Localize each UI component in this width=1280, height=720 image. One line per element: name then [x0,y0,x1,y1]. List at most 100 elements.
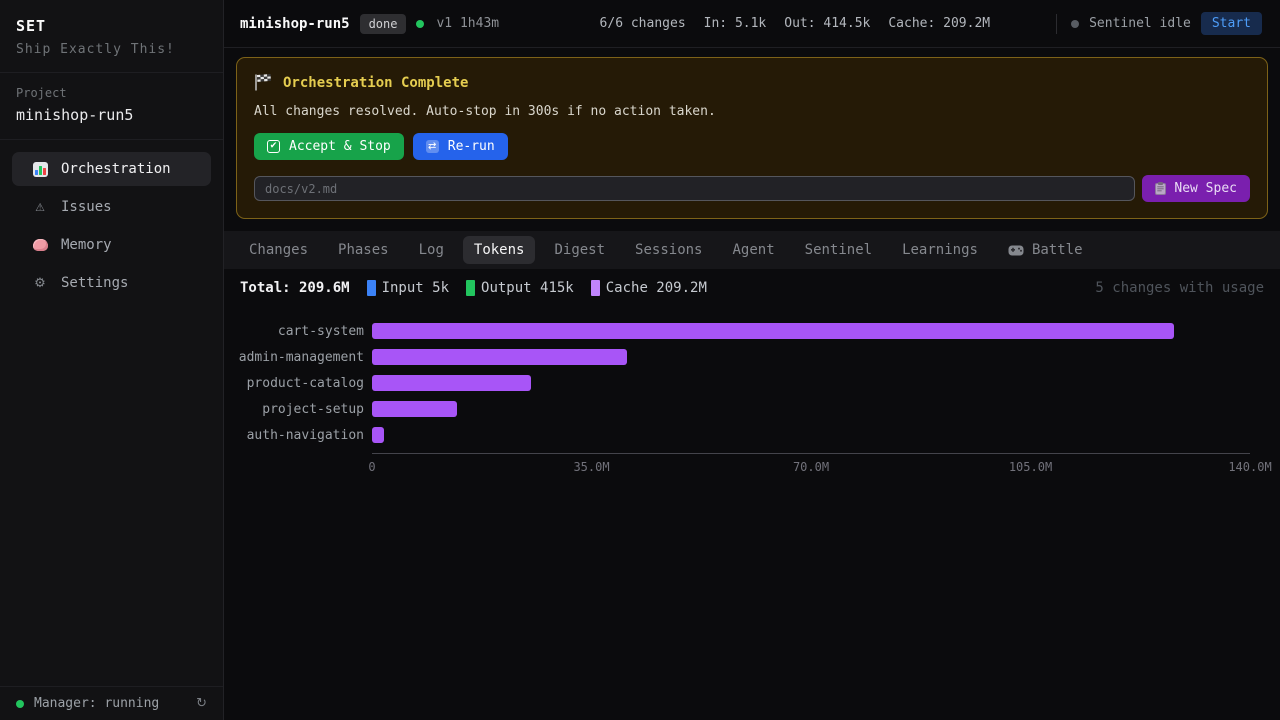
divider [1056,14,1057,34]
bar-product-catalog [372,375,531,391]
run-stats: 6/6 changes In: 5.1k Out: 414.5k Cache: … [600,16,991,31]
refresh-icon[interactable]: ↻ [196,696,207,711]
tab-learnings[interactable]: Learnings [891,236,989,264]
tab-bar: Changes Phases Log Tokens Digest Session… [224,231,1280,269]
project-name: minishop-run5 [16,106,207,124]
x-tick: 140.0M [1228,460,1271,474]
token-summary-bar: Total: 209.6M Input 5k Output 415k Cache… [224,269,1280,306]
token-usage-chart: cart-system admin-management product-cat… [224,306,1280,479]
bar-cart-system [372,323,1174,339]
usage-note: 5 changes with usage [1095,280,1264,296]
input-swatch [367,280,376,296]
tab-sessions[interactable]: Sessions [624,236,713,264]
run-status-dot [416,20,424,28]
output-swatch [466,280,475,296]
project-block: Project minishop-run5 [0,73,223,139]
manager-status-bar: Manager: running ↻ [0,686,223,720]
bar-label: auth-navigation [224,428,364,443]
x-tick: 0 [368,460,375,474]
stat-cache: Cache: 209.2M [888,16,990,31]
sentinel-status-label: Sentinel idle [1089,16,1191,31]
clipboard-icon [1155,182,1166,195]
bar-label: product-catalog [224,376,364,391]
rerun-button[interactable]: ⇄ Re-run [413,133,508,160]
bar-track [372,375,1250,391]
start-sentinel-button[interactable]: Start [1201,12,1262,35]
bar-track [372,349,1250,365]
tab-log[interactable]: Log [408,236,455,264]
project-label: Project [16,86,207,100]
sidebar-item-memory[interactable]: Memory [12,228,211,262]
check-icon: ✔ [267,140,280,153]
orchestration-complete-banner: Orchestration Complete All changes resol… [236,57,1268,219]
sentinel-status-dot [1071,20,1079,28]
banner-message: All changes resolved. Auto-stop in 300s … [254,104,1250,119]
bar-track [372,427,1250,443]
chart-row: auth-navigation [224,422,1250,448]
stat-changes: 6/6 changes [600,16,686,31]
x-tick: 35.0M [573,460,609,474]
tab-digest[interactable]: Digest [543,236,616,264]
tab-battle[interactable]: Battle [997,236,1094,264]
sidebar-item-label: Memory [61,237,112,253]
gamepad-icon [1008,245,1024,256]
bar-label: project-setup [224,402,364,417]
main-area: minishop-run5 done v1 1h43m 6/6 changes … [224,0,1280,720]
sidebar-item-label: Issues [61,199,112,215]
status-badge: done [360,14,407,34]
legend-output: Output 415k [466,280,574,296]
chart-row: admin-management [224,344,1250,370]
x-axis: 0 35.0M 70.0M 105.0M 140.0M [372,453,1250,479]
run-title: minishop-run5 [240,16,350,32]
spec-path-input[interactable] [254,176,1135,201]
sidebar-nav: Orchestration ⚠ Issues Memory ⚙ Settings [0,140,223,300]
app-window: SET Ship Exactly This! Project minishop-… [0,0,1280,720]
top-bar: minishop-run5 done v1 1h43m 6/6 changes … [224,0,1280,48]
checkered-flag-icon [254,74,272,91]
sidebar-item-orchestration[interactable]: Orchestration [12,152,211,186]
bar-project-setup [372,401,457,417]
repeat-icon: ⇄ [426,140,439,153]
tab-changes[interactable]: Changes [238,236,319,264]
stat-input: In: 5.1k [704,16,767,31]
tab-phases[interactable]: Phases [327,236,400,264]
legend-cache: Cache 209.2M [591,280,707,296]
bar-track [372,401,1250,417]
bar-label: admin-management [224,350,364,365]
token-total: Total: 209.6M [240,280,350,296]
new-spec-button[interactable]: New Spec [1142,175,1250,202]
bar-auth-navigation [372,427,384,443]
sidebar: SET Ship Exactly This! Project minishop-… [0,0,224,720]
manager-status-label: Manager: running [34,696,159,711]
brain-icon [32,239,48,251]
warning-icon: ⚠ [32,201,48,214]
sentinel-group: Sentinel idle Start [1056,12,1262,35]
legend-input: Input 5k [367,280,449,296]
bar-admin-management [372,349,627,365]
sidebar-item-label: Orchestration [61,161,171,177]
accept-and-stop-button[interactable]: ✔ Accept & Stop [254,133,404,160]
bar-track [372,323,1250,339]
bar-label: cart-system [224,324,364,339]
tab-tokens[interactable]: Tokens [463,236,536,264]
manager-status-dot [16,700,24,708]
chart-row: cart-system [224,318,1250,344]
run-version: v1 1h43m [436,16,499,31]
logo-block: SET Ship Exactly This! [0,0,223,72]
sidebar-item-settings[interactable]: ⚙ Settings [12,266,211,300]
x-tick: 105.0M [1009,460,1052,474]
chart-row: product-catalog [224,370,1250,396]
tab-sentinel[interactable]: Sentinel [794,236,883,264]
gear-icon: ⚙ [32,276,48,291]
sidebar-item-label: Settings [61,275,128,291]
stat-output: Out: 414.5k [784,16,870,31]
sidebar-item-issues[interactable]: ⚠ Issues [12,190,211,224]
banner-title: Orchestration Complete [283,75,468,91]
cache-swatch [591,280,600,296]
tab-agent[interactable]: Agent [721,236,785,264]
chart-row: project-setup [224,396,1250,422]
app-logo: SET [16,17,207,35]
app-tagline: Ship Exactly This! [16,42,207,57]
x-tick: 70.0M [793,460,829,474]
bar-chart-icon [32,162,48,177]
